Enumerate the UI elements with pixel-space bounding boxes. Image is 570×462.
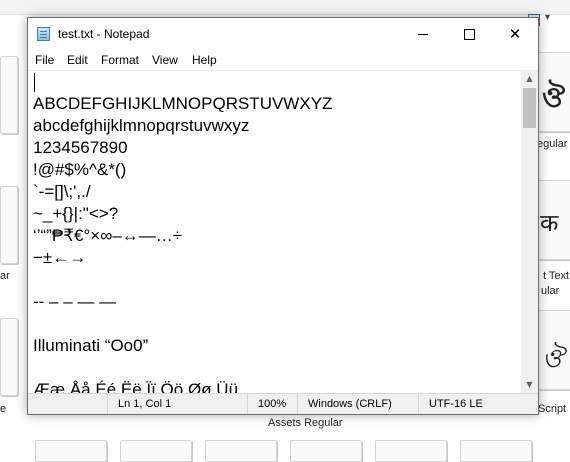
notepad-icon — [37, 27, 50, 41]
font-tile[interactable] — [0, 56, 18, 134]
notepad-window[interactable]: test.txt - Notepad ✕ File Edit Format Vi… — [27, 17, 539, 415]
title-bar[interactable]: test.txt - Notepad ✕ — [28, 18, 538, 50]
font-tile-label: Assets Regular — [268, 417, 343, 429]
menu-format[interactable]: Format — [101, 53, 139, 67]
font-tile-label: egular — [537, 138, 568, 150]
font-tile[interactable] — [0, 318, 18, 396]
close-button[interactable]: ✕ — [492, 18, 538, 50]
folder-toolbar — [0, 0, 570, 15]
encoding: UTF-16 LE — [418, 394, 538, 414]
font-preview-glyph: ঔ — [542, 344, 564, 374]
cursor-position: Ln 1, Col 1 — [107, 394, 247, 414]
menu-help[interactable]: Help — [192, 53, 217, 67]
line-ending: Windows (CRLF) — [297, 394, 418, 414]
text-line: -- – – — — — [33, 292, 117, 311]
text-line: ABCDEFGHIJKLMNOPQRSTUVWXYZ — [33, 94, 333, 113]
minimize-icon — [418, 33, 428, 35]
font-tile-label: ar — [0, 270, 10, 282]
minimize-button[interactable] — [400, 18, 446, 50]
text-line: Illuminati “Oo0” — [33, 336, 149, 355]
vertical-scrollbar[interactable]: ▲ ▼ — [521, 70, 538, 393]
font-tile[interactable] — [290, 440, 362, 462]
maximize-button[interactable] — [446, 18, 492, 50]
font-tile-label: ular — [541, 285, 560, 297]
font-tile[interactable] — [205, 440, 277, 462]
text-line: 1234567890 — [33, 138, 128, 157]
font-tile[interactable] — [35, 440, 107, 462]
text-line: `-=[]\;',./ — [33, 182, 91, 201]
text-editor[interactable]: ABCDEFGHIJKLMNOPQRSTUVWXYZ abcdefghijklm… — [28, 70, 521, 394]
menu-bar: File Edit Format View Help — [28, 50, 538, 70]
maximize-icon — [463, 28, 475, 40]
text-line: ‘’“”₱₹€°×∞–↔—…÷ — [33, 226, 183, 245]
font-tile[interactable] — [375, 440, 447, 462]
text-line: Ææ Åå Éé Ëë Ïï Öö Øø Üü — [33, 380, 239, 394]
status-bar: Ln 1, Col 1 100% Windows (CRLF) UTF-16 L… — [28, 393, 538, 414]
font-preview-glyph: क — [540, 209, 559, 237]
font-tile[interactable] — [460, 440, 532, 462]
font-tile-label: Script — [538, 403, 567, 415]
close-icon: ✕ — [508, 24, 522, 43]
chevron-down-icon[interactable]: ▾ — [545, 12, 550, 23]
text-caret — [34, 73, 35, 92]
window-title: test.txt - Notepad — [58, 27, 150, 41]
font-tile[interactable] — [0, 186, 18, 264]
zoom-level: 100% — [247, 394, 297, 414]
text-line: !@#$%^&*() — [33, 160, 127, 179]
menu-edit[interactable]: Edit — [67, 53, 88, 67]
font-tile[interactable] — [120, 440, 192, 462]
text-line: ~_+{}|:"<>? — [33, 204, 119, 223]
font-tile-label: e — [0, 403, 7, 415]
text-line: abcdefghijklmnopqrstuvwxyz — [33, 116, 250, 135]
text-line: −±←→ — [33, 248, 87, 267]
scroll-down-icon[interactable]: ▼ — [521, 376, 538, 393]
menu-file[interactable]: File — [35, 53, 54, 67]
scroll-up-icon[interactable]: ▲ — [521, 70, 538, 87]
menu-view[interactable]: View — [152, 53, 178, 67]
scroll-thumb[interactable] — [523, 88, 536, 128]
font-preview-glyph: ঔ — [542, 81, 565, 114]
font-tile-label: t Text — [543, 270, 570, 282]
